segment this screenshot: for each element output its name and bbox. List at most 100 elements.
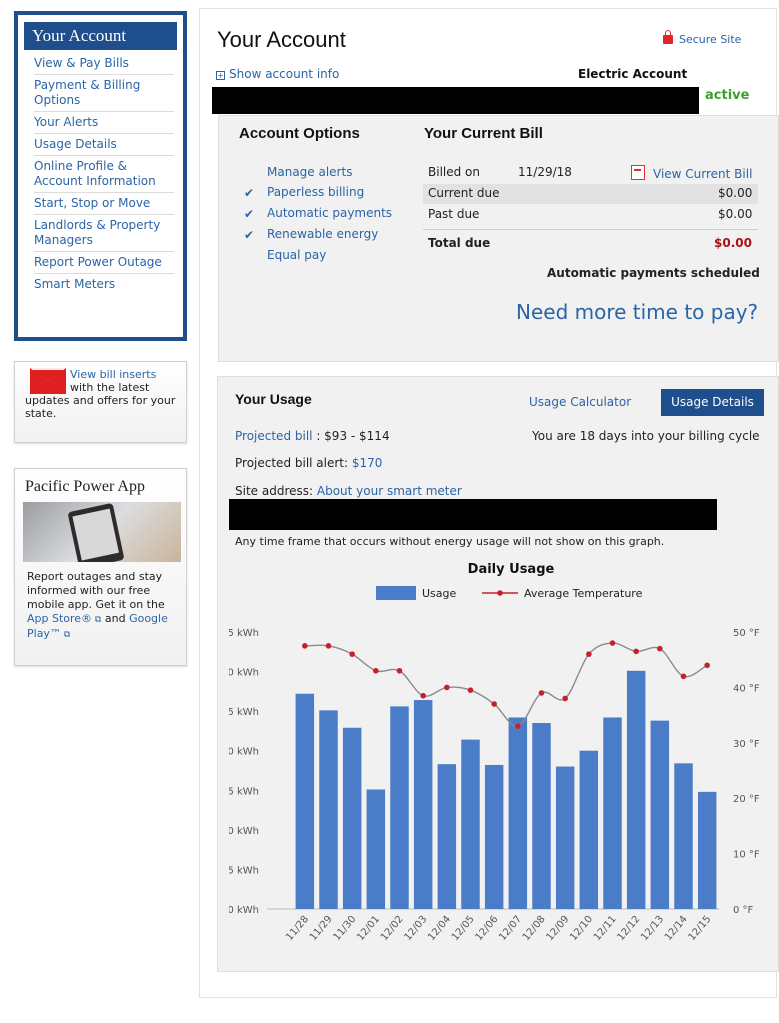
account-status: active (705, 88, 750, 103)
redacted-site-address (229, 499, 717, 530)
inserts-text-line2: with the latest (70, 381, 150, 394)
option-paperless-billing[interactable]: Paperless billing (267, 185, 364, 199)
usage-bar (366, 789, 386, 909)
site-address-label: Site address: (235, 484, 314, 498)
legend-marker-temperature (497, 590, 503, 596)
y-left-tick-label: 5 kWh (229, 865, 259, 876)
current-due-value: $0.00 (718, 186, 753, 200)
expand-icon: + (216, 71, 225, 80)
graph-note: Any time frame that occurs without energ… (235, 535, 665, 548)
projected-alert-label: Projected bill alert: (235, 456, 352, 470)
check-icon: ✔ (244, 186, 255, 200)
temperature-point (420, 692, 426, 699)
bill-inserts-card: View bill inserts with the latest update… (14, 361, 187, 443)
x-tick-label: 11/28 (284, 914, 311, 943)
temperature-point (302, 643, 308, 649)
view-bill-inserts-link[interactable]: View bill inserts (25, 368, 180, 381)
projected-bill: Projected bill : $93 - $114 (235, 429, 390, 443)
usage-bar (484, 764, 504, 909)
temperature-point (609, 640, 616, 646)
nav-item-landlords[interactable]: Landlords & Property Managers (34, 215, 174, 252)
y-right-tick-label: 20 °F (733, 794, 760, 805)
need-more-time-link[interactable]: Need more time to pay? (516, 300, 758, 324)
x-tick-label: 12/05 (450, 914, 477, 943)
y-left-tick-label: 20 kWh (229, 747, 259, 758)
nav-item-your-alerts[interactable]: Your Alerts (34, 112, 174, 134)
total-divider (423, 229, 758, 230)
app-promo-and: and (101, 612, 130, 625)
usage-bar (603, 717, 622, 909)
account-options-title: Account Options (239, 125, 360, 142)
app-store-link[interactable]: App Store® (27, 612, 92, 625)
view-current-bill-label: View Current Bill (653, 167, 753, 181)
x-tick-label: 12/15 (687, 914, 714, 943)
temperature-point (396, 667, 403, 674)
phone-icon (67, 502, 125, 562)
projected-bill-value: : $93 - $114 (312, 429, 390, 443)
temperature-point (538, 690, 545, 696)
option-manage-alerts[interactable]: Manage alerts (267, 165, 352, 179)
x-tick-label: 12/08 (521, 914, 548, 943)
usage-bar (674, 763, 693, 909)
left-nav-header: Your Account (24, 22, 177, 50)
show-account-info-link[interactable]: + Show account info (216, 67, 339, 81)
temperature-point (325, 643, 332, 649)
nav-item-smart-meters[interactable]: Smart Meters (34, 274, 174, 295)
usage-bar (508, 717, 528, 909)
x-tick-label: 12/14 (663, 914, 690, 943)
check-icon: ✔ (244, 207, 255, 221)
nav-item-start-stop-move[interactable]: Start, Stop or Move (34, 193, 174, 215)
secure-site: Secure Site (663, 30, 742, 46)
x-tick-label: 11/29 (308, 914, 335, 943)
x-tick-label: 12/02 (379, 914, 406, 943)
x-tick-label: 12/12 (616, 914, 643, 943)
legend-label-usage: Usage (422, 587, 457, 600)
external-link-icon: ⧉ (60, 630, 71, 640)
y-right-tick-label: 30 °F (733, 739, 760, 750)
x-tick-label: 12/07 (497, 914, 524, 943)
option-equal-pay[interactable]: Equal pay (267, 248, 326, 262)
y-right-tick-label: 40 °F (733, 683, 760, 694)
usage-details-button[interactable]: Usage Details (661, 389, 764, 416)
nav-item-usage-details[interactable]: Usage Details (34, 134, 174, 156)
site-address: Site address: About your smart meter (235, 484, 462, 498)
temperature-line (304, 642, 708, 727)
billing-cycle-text: You are 18 days into your billing cycle (532, 429, 760, 443)
temperature-point (562, 695, 568, 702)
app-promo-card: Pacific Power App Report outages and sta… (14, 468, 187, 666)
nav-item-online-profile[interactable]: Online Profile & Account Information (34, 156, 174, 193)
redacted-account-info (212, 87, 699, 114)
usage-bar (319, 710, 338, 909)
secure-site-label: Secure Site (679, 33, 742, 46)
usage-bar (437, 764, 457, 909)
pdf-icon (631, 165, 645, 180)
auto-pay-notice: Automatic payments scheduled (547, 266, 760, 280)
nav-item-view-pay-bills[interactable]: View & Pay Bills (34, 53, 174, 75)
total-due-value: $0.00 (714, 236, 752, 250)
legend-swatch-usage (376, 586, 416, 600)
smart-meter-link[interactable]: About your smart meter (317, 484, 462, 498)
billed-on-date: 11/29/18 (518, 165, 572, 179)
view-current-bill-link[interactable]: View Current Bill (631, 163, 752, 181)
x-tick-label: 12/10 (568, 914, 595, 943)
inserts-text-rest: updates and offers for your state. (25, 394, 176, 420)
check-icon: ✔ (244, 228, 255, 242)
x-tick-label: 12/01 (355, 914, 382, 943)
nav-item-payment-billing-options[interactable]: Payment & Billing Options (34, 75, 174, 112)
nav-item-report-outage[interactable]: Report Power Outage (34, 252, 174, 274)
projected-alert-value[interactable]: $170 (352, 456, 383, 470)
usage-bar (461, 739, 480, 909)
legend-label-temperature: Average Temperature (524, 587, 643, 600)
projected-bill-link[interactable]: Projected bill (235, 429, 313, 443)
option-renewable-energy[interactable]: Renewable energy (267, 227, 378, 241)
y-right-tick-label: 50 °F (733, 628, 760, 639)
usage-calculator-link[interactable]: Usage Calculator (529, 395, 631, 409)
temperature-point (657, 645, 663, 652)
x-tick-label: 12/06 (474, 914, 501, 943)
past-due-value: $0.00 (718, 207, 753, 221)
temperature-point (633, 648, 639, 655)
temperature-point (515, 723, 521, 729)
daily-usage-chart: Daily Usage Usage Average Temperature 0 kWh… (229, 562, 760, 943)
option-automatic-payments[interactable]: Automatic payments (267, 206, 392, 220)
app-phone-image (23, 502, 181, 562)
